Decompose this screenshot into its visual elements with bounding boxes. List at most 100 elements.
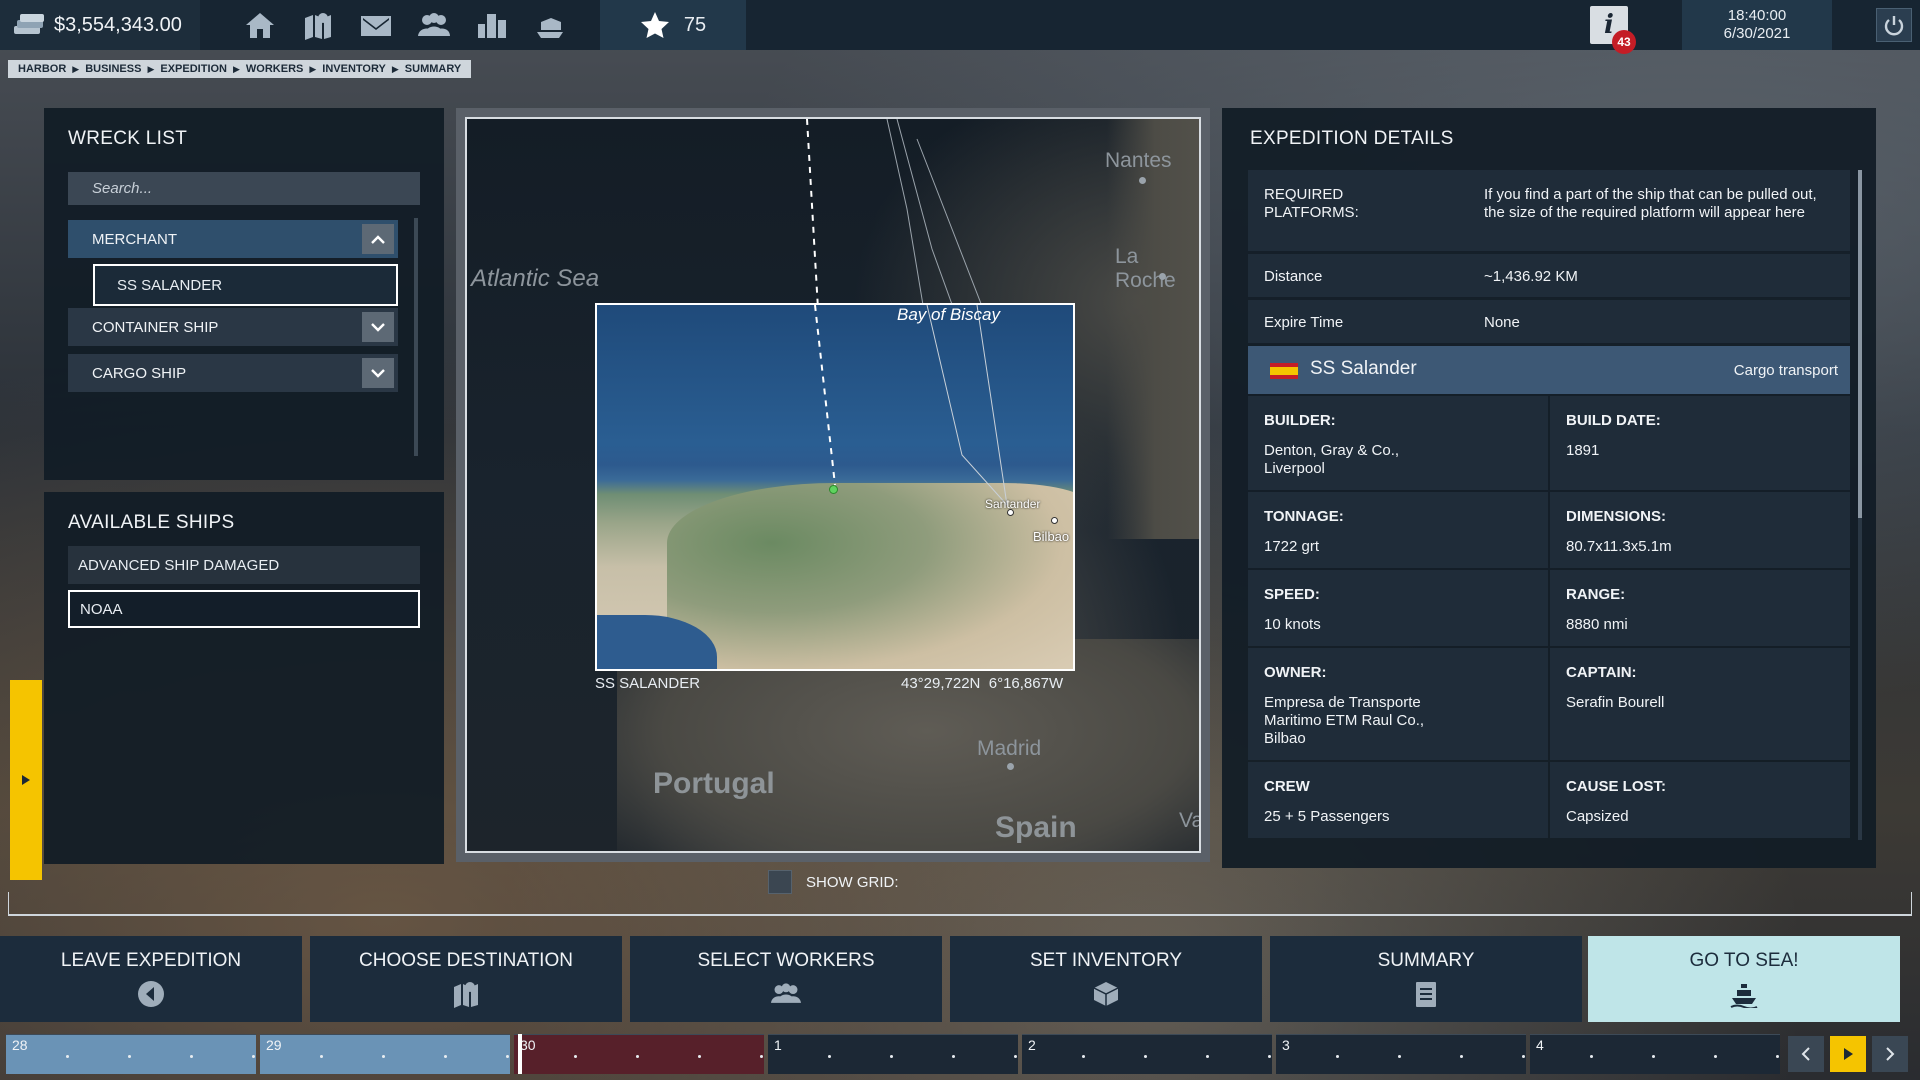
timeline-day-number: 2: [1028, 1037, 1036, 1053]
breadcrumb-inventory[interactable]: INVENTORY: [322, 63, 386, 75]
detail-value: 10 knots: [1264, 616, 1321, 633]
side-drawer-toggle[interactable]: [10, 680, 42, 880]
timeline-day[interactable]: 4: [1530, 1034, 1780, 1074]
detail-value: Empresa de Transporte Maritimo ETM Raul …: [1264, 694, 1425, 747]
choose-destination-button[interactable]: CHOOSE DESTINATION: [310, 936, 622, 1022]
timeline-day[interactable]: 28: [6, 1034, 256, 1074]
detail-label: CREW: [1264, 778, 1310, 795]
detail-distance: Distance ~1,436.92 KM: [1248, 254, 1850, 298]
map-label-la-roche: La Roche: [1115, 245, 1176, 292]
map-label-spain: Spain: [995, 811, 1077, 844]
timeline-day[interactable]: 1: [768, 1034, 1018, 1074]
available-ships-title: AVAILABLE SHIPS: [68, 512, 235, 533]
leave-expedition-button[interactable]: LEAVE EXPEDITION: [0, 936, 302, 1022]
detail-cause-lost: CAUSE LOST: Capsized: [1550, 762, 1850, 838]
detail-label: DIMENSIONS:: [1566, 508, 1667, 525]
wreck-search-input[interactable]: Search...: [68, 172, 420, 205]
detail-value: 80.7x11.3x5.1m: [1566, 538, 1672, 555]
chevron-down-icon[interactable]: [362, 312, 394, 342]
city-marker-madrid: [1007, 763, 1014, 770]
detail-label: TONNAGE:: [1264, 508, 1344, 525]
breadcrumb-expedition[interactable]: EXPEDITION: [160, 63, 227, 75]
spain-flag-icon: [1270, 363, 1298, 379]
power-button[interactable]: [1876, 8, 1912, 42]
map-label-portugal: Portugal: [653, 767, 775, 800]
detail-label: CAUSE LOST:: [1566, 778, 1667, 795]
play-icon: [1844, 1048, 1853, 1060]
timeline-next-button[interactable]: [1872, 1036, 1908, 1072]
details-scrollbar-thumb[interactable]: [1858, 170, 1862, 518]
map-label-va: Va: [1179, 809, 1201, 832]
category-label: MERCHANT: [92, 230, 177, 248]
breadcrumb-harbor[interactable]: HARBOR: [18, 63, 66, 75]
expedition-details-list: REQUIRED PLATFORMS: If you find a part o…: [1248, 170, 1850, 838]
detail-value: 1722 grt: [1264, 538, 1320, 555]
breadcrumb-separator-icon: ▶: [309, 63, 317, 74]
detail-label: REQUIRED PLATFORMS:: [1264, 186, 1359, 221]
city-marker-nantes: [1139, 177, 1146, 184]
category-label: CONTAINER SHIP: [92, 318, 219, 336]
city-icon[interactable]: [472, 5, 512, 45]
ship-name: SS Salander: [1310, 358, 1417, 379]
detail-owner: OWNER: Empresa de Transporte Maritimo ET…: [1248, 648, 1548, 760]
set-inventory-button[interactable]: SET INVENTORY: [950, 936, 1262, 1022]
world-map[interactable]: Atlantic Sea Nantes La Roche Madrid Port…: [465, 117, 1201, 853]
breadcrumb-workers[interactable]: WORKERS: [246, 63, 303, 75]
chevron-right-icon: [1886, 1047, 1895, 1061]
timeline-prev-button[interactable]: [1788, 1036, 1824, 1072]
timeline-day[interactable]: 3: [1276, 1034, 1526, 1074]
people-icon[interactable]: [414, 5, 454, 45]
detail-value: 25 + 5 Passengers: [1264, 808, 1390, 825]
select-workers-button[interactable]: SELECT WORKERS: [630, 936, 942, 1022]
detail-value: 8880 nmi: [1566, 616, 1628, 633]
chevron-down-icon[interactable]: [362, 358, 394, 388]
breadcrumb-separator-icon: ▶: [391, 63, 399, 74]
detail-captain: CAPTAIN: Serafin Bourell: [1550, 648, 1850, 760]
detail-label: Distance: [1264, 268, 1323, 285]
detail-value: None: [1484, 314, 1520, 331]
timeline-day[interactable]: 2: [1022, 1034, 1272, 1074]
show-grid-toggle[interactable]: SHOW GRID:: [768, 870, 899, 894]
map-label-nantes: Nantes: [1105, 149, 1172, 172]
zoom-inset[interactable]: Bay of Biscay Santander Bilbao: [595, 303, 1075, 671]
show-grid-checkbox[interactable]: [768, 870, 792, 894]
game-clock: 18:40:00 6/30/2021: [1682, 0, 1832, 50]
map-icon[interactable]: [298, 5, 338, 45]
wreck-item-ss-salander[interactable]: SS SALANDER: [93, 264, 398, 306]
timeline-day-number: 30: [520, 1037, 536, 1053]
detail-range: RANGE: 8880 nmi: [1550, 570, 1850, 646]
breadcrumb-summary[interactable]: SUMMARY: [405, 63, 461, 75]
go-to-sea-button[interactable]: GO TO SEA!: [1588, 936, 1900, 1022]
step-progress-line: [8, 892, 1912, 916]
harbor-icon[interactable]: [530, 5, 570, 45]
power-icon: [1884, 16, 1904, 36]
chevron-up-icon[interactable]: [362, 224, 394, 254]
ship-item-advanced-ship-damaged[interactable]: ADVANCED SHIP DAMAGED: [68, 546, 420, 584]
expedition-details-title: EXPEDITION DETAILS: [1250, 128, 1454, 149]
stars-count: 75: [683, 13, 707, 36]
step-label: CHOOSE DESTINATION: [359, 950, 573, 971]
timeline-day-today[interactable]: 30: [514, 1034, 764, 1074]
timeline-day-number: 29: [266, 1037, 282, 1053]
timeline-play-button[interactable]: [1830, 1036, 1866, 1072]
category-container-ship[interactable]: CONTAINER SHIP: [68, 308, 398, 346]
ship-type: Cargo transport: [1733, 362, 1838, 379]
wreck-list-scrollbar[interactable]: [414, 218, 418, 456]
home-icon[interactable]: [240, 5, 280, 45]
detail-label: CAPTAIN:: [1566, 664, 1637, 681]
step-label: SET INVENTORY: [1029, 950, 1183, 971]
detail-speed: SPEED: 10 knots: [1248, 570, 1548, 646]
mail-icon[interactable]: [356, 5, 396, 45]
summary-button[interactable]: SUMMARY: [1270, 936, 1582, 1022]
timeline-day[interactable]: 29: [260, 1034, 510, 1074]
ship-item-noaa[interactable]: NOAA: [68, 590, 420, 628]
category-cargo-ship[interactable]: CARGO SHIP: [68, 354, 398, 392]
timeline-day-number: 1: [774, 1037, 782, 1053]
money-display: $3,554,343.00: [0, 0, 200, 50]
timeline-day-number: 4: [1536, 1037, 1544, 1053]
breadcrumb-business[interactable]: BUSINESS: [85, 63, 141, 75]
reputation-stars: 75: [600, 0, 746, 50]
category-merchant[interactable]: MERCHANT: [68, 220, 398, 258]
wreck-location-pin[interactable]: [829, 485, 838, 494]
detail-label: BUILD DATE:: [1566, 412, 1661, 429]
